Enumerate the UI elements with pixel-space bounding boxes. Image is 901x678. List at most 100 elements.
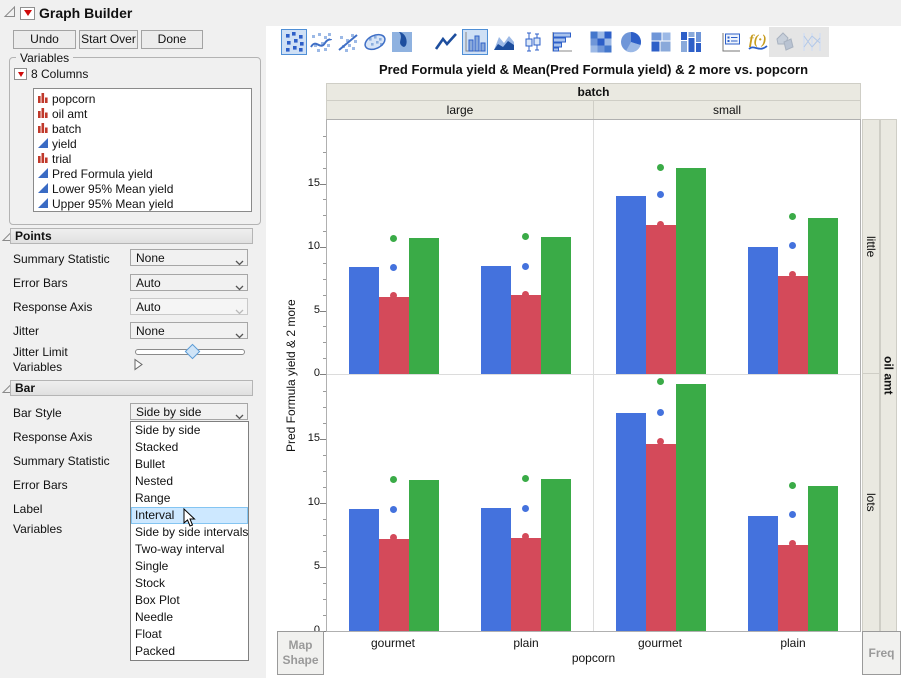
bar-mark[interactable] xyxy=(409,480,439,631)
bar-mark[interactable] xyxy=(409,238,439,374)
smoother-graph-icon[interactable] xyxy=(308,29,334,55)
freq-dropzone[interactable]: Freq xyxy=(862,631,901,675)
red-triangle-menu-icon[interactable] xyxy=(20,7,35,20)
mean-dot-mark[interactable] xyxy=(789,213,796,220)
facet-column-small: small xyxy=(593,100,861,120)
bar-mark[interactable] xyxy=(616,196,646,374)
y-tick-mark xyxy=(320,184,326,185)
menu-item-packed[interactable]: Packed xyxy=(131,643,248,660)
variable-list-item[interactable]: popcorn xyxy=(34,91,251,106)
mean-dot-mark[interactable] xyxy=(390,292,397,299)
histogram-graph-icon[interactable] xyxy=(549,29,575,55)
variable-list-item[interactable]: Lower 95% Mean yield xyxy=(34,181,251,196)
menu-item-range[interactable]: Range xyxy=(131,490,248,507)
undo-button[interactable]: Undo xyxy=(13,30,76,49)
points-error-bars-select[interactable]: Auto xyxy=(130,274,248,291)
ellipse-graph-icon[interactable] xyxy=(362,29,388,55)
caption-box-graph-icon[interactable] xyxy=(718,29,744,55)
mean-dot-mark[interactable] xyxy=(522,475,529,482)
bar-mark[interactable] xyxy=(778,276,808,374)
bar-mark[interactable] xyxy=(778,545,808,631)
mean-dot-mark[interactable] xyxy=(789,242,796,249)
points-summary-statistic-select[interactable]: None xyxy=(130,249,248,266)
menu-item-nested[interactable]: Nested xyxy=(131,473,248,490)
bar-mark[interactable] xyxy=(541,237,571,374)
bar-mark[interactable] xyxy=(748,247,778,374)
treemap-graph-icon[interactable] xyxy=(648,29,674,55)
points-jitter-select[interactable]: None xyxy=(130,322,248,339)
mean-dot-mark[interactable] xyxy=(657,438,664,445)
menu-item-needle[interactable]: Needle xyxy=(131,609,248,626)
menu-item-float[interactable]: Float xyxy=(131,626,248,643)
formula-graph-icon[interactable]: f(·) xyxy=(745,29,771,55)
mean-dot-mark[interactable] xyxy=(657,409,664,416)
bar-section-header[interactable]: Bar xyxy=(10,380,253,396)
bar-mark[interactable] xyxy=(379,297,409,374)
menu-item-side-by-side[interactable]: Side by side xyxy=(131,422,248,439)
collapse-triangle-icon[interactable] xyxy=(3,5,16,21)
variable-list-item[interactable]: Pred Formula yield xyxy=(34,166,251,181)
mean-dot-mark[interactable] xyxy=(657,221,664,228)
mean-dot-mark[interactable] xyxy=(522,505,529,512)
mosaic-graph-icon[interactable] xyxy=(678,29,704,55)
bar-mark[interactable] xyxy=(511,538,541,631)
bar-mark[interactable] xyxy=(379,539,409,631)
bar-mark[interactable] xyxy=(808,218,838,374)
bar-mark[interactable] xyxy=(808,486,838,631)
points-section-header[interactable]: Points xyxy=(10,228,253,244)
mean-dot-mark[interactable] xyxy=(789,482,796,489)
points-variables-expander-icon[interactable] xyxy=(133,358,144,374)
mean-dot-mark[interactable] xyxy=(390,235,397,242)
menu-item-single[interactable]: Single xyxy=(131,558,248,575)
variable-list-item[interactable]: batch xyxy=(34,121,251,136)
mean-dot-mark[interactable] xyxy=(657,191,664,198)
bar-mark[interactable] xyxy=(349,267,379,374)
bar-mark[interactable] xyxy=(481,508,511,631)
mean-dot-mark[interactable] xyxy=(390,534,397,541)
bar-mark[interactable] xyxy=(646,444,676,631)
bar-mark[interactable] xyxy=(676,168,706,374)
bar-mark[interactable] xyxy=(748,516,778,631)
bar-mark[interactable] xyxy=(511,295,541,374)
menu-item-stacked[interactable]: Stacked xyxy=(131,439,248,456)
bar-mark[interactable] xyxy=(541,479,571,631)
bar-mark[interactable] xyxy=(481,266,511,374)
variable-list-item[interactable]: Upper 95% Mean yield xyxy=(34,196,251,211)
bar-graph-icon[interactable] xyxy=(462,29,488,55)
mean-dot-mark[interactable] xyxy=(522,233,529,240)
bar-mark[interactable] xyxy=(349,509,379,631)
jitter-limit-slider-thumb[interactable] xyxy=(185,344,201,360)
response-axis-label: Response Axis xyxy=(13,300,92,315)
start-over-button[interactable]: Start Over xyxy=(79,30,138,49)
variable-list-item[interactable]: yield xyxy=(34,136,251,151)
mean-dot-mark[interactable] xyxy=(789,511,796,518)
menu-item-box-plot[interactable]: Box Plot xyxy=(131,592,248,609)
map-shape-dropzone[interactable]: Map Shape xyxy=(277,631,324,675)
bar-mark[interactable] xyxy=(646,225,676,374)
contour-graph-icon[interactable] xyxy=(389,29,415,55)
variable-list-item[interactable]: oil amt xyxy=(34,106,251,121)
mean-dot-mark[interactable] xyxy=(522,263,529,270)
heatmap-graph-icon[interactable] xyxy=(588,29,614,55)
pie-graph-icon[interactable] xyxy=(618,29,644,55)
mean-dot-mark[interactable] xyxy=(390,476,397,483)
bar-mark[interactable] xyxy=(676,384,706,631)
variable-list-item[interactable]: trial xyxy=(34,151,251,166)
mean-dot-mark[interactable] xyxy=(390,506,397,513)
box-plot-graph-icon[interactable] xyxy=(520,29,546,55)
line-graph-icon[interactable] xyxy=(433,29,459,55)
menu-item-stock[interactable]: Stock xyxy=(131,575,248,592)
mean-dot-mark[interactable] xyxy=(522,291,529,298)
bar-style-select[interactable]: Side by side xyxy=(130,403,248,420)
mean-dot-mark[interactable] xyxy=(657,378,664,385)
columns-red-triangle-icon[interactable] xyxy=(14,68,27,80)
done-button[interactable]: Done xyxy=(141,30,203,49)
menu-item-bullet[interactable]: Bullet xyxy=(131,456,248,473)
mean-dot-mark[interactable] xyxy=(390,264,397,271)
mean-dot-mark[interactable] xyxy=(657,164,664,171)
line-of-fit-graph-icon[interactable] xyxy=(335,29,361,55)
points-graph-icon[interactable] xyxy=(281,29,307,55)
bar-mark[interactable] xyxy=(616,413,646,631)
area-graph-icon[interactable] xyxy=(491,29,517,55)
menu-item-two-way-interval[interactable]: Two-way interval xyxy=(131,541,248,558)
